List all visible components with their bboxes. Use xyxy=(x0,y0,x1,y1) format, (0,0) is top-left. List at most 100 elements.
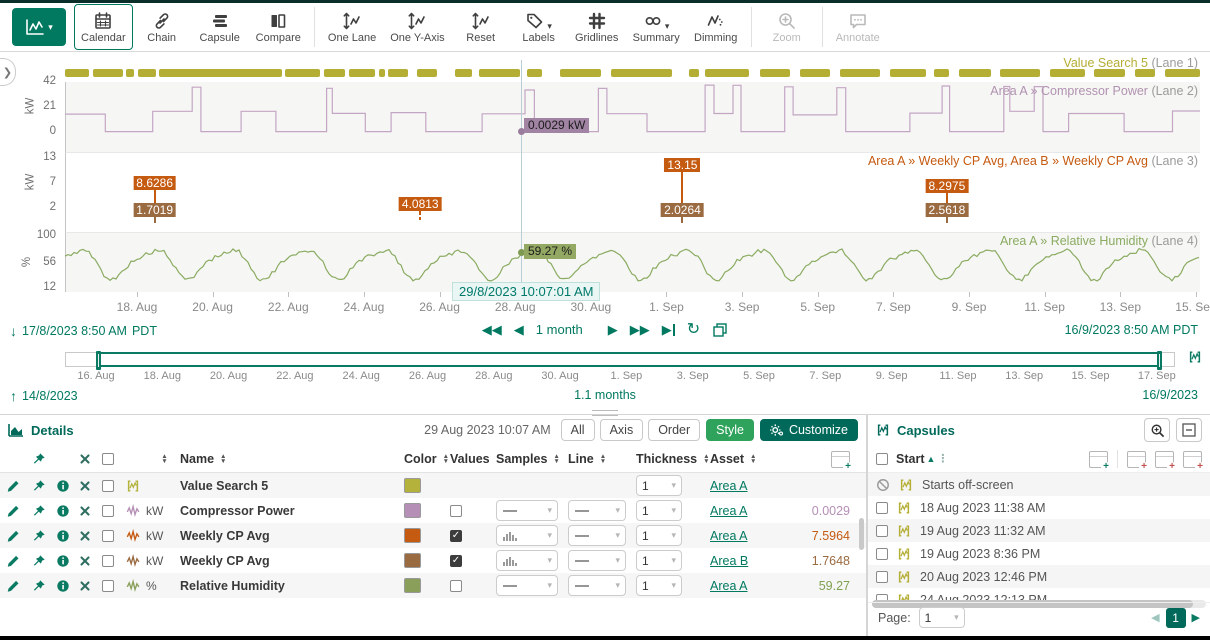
info-icon[interactable] xyxy=(52,479,74,493)
edit-icon[interactable] xyxy=(0,529,26,543)
item-name[interactable]: Weekly CP Avg xyxy=(180,554,404,568)
capsule-row[interactable]: 20 Aug 2023 12:46 PM xyxy=(868,565,1210,588)
axis-button[interactable]: Axis xyxy=(600,419,644,441)
capsule-segment[interactable] xyxy=(1050,69,1085,77)
checkbox[interactable] xyxy=(450,580,462,592)
capsule-segment[interactable] xyxy=(379,69,385,77)
capsule-row[interactable]: 18 Aug 2023 11:38 AM xyxy=(868,496,1210,519)
capsule-segment[interactable] xyxy=(560,69,601,77)
dropdown[interactable]: ▾ xyxy=(568,575,626,596)
next-page-icon[interactable]: ▶ xyxy=(1192,611,1200,624)
remove-icon[interactable] xyxy=(74,529,96,543)
prev-page-icon[interactable]: ◀ xyxy=(1151,611,1159,624)
details-row[interactable]: kWWeekly CP Avg✓▾▾1▾Area B1.7648 xyxy=(0,548,866,573)
dropdown[interactable]: ▾ xyxy=(568,525,626,546)
range-slider-track[interactable] xyxy=(65,352,1175,367)
pin-all-icon[interactable] xyxy=(26,452,52,466)
edit-icon[interactable] xyxy=(0,479,26,493)
order-button[interactable]: Order xyxy=(648,419,700,441)
customize-button[interactable]: Customize xyxy=(760,419,858,441)
capsule-segment[interactable] xyxy=(689,69,699,77)
checkbox[interactable] xyxy=(102,453,114,465)
color-header[interactable]: Color▲▼ xyxy=(404,452,450,466)
refresh-icon[interactable]: ↻ xyxy=(687,321,700,339)
info-icon[interactable] xyxy=(52,529,74,543)
add-stat-column-icon[interactable] xyxy=(1127,451,1146,468)
asset-link[interactable]: Area A xyxy=(710,504,748,518)
info-icon[interactable] xyxy=(52,504,74,518)
toolbar-button-calendar[interactable]: Calendar xyxy=(74,4,133,50)
pin-icon[interactable] xyxy=(26,529,52,543)
toolbar-button-labels[interactable]: ▾Labels xyxy=(510,4,568,50)
toolbar-button-summary[interactable]: ▾Summary xyxy=(626,4,687,50)
checkbox[interactable]: ✓ xyxy=(450,530,462,542)
remove-icon[interactable] xyxy=(74,479,96,493)
capsule-segment[interactable] xyxy=(1000,69,1040,77)
remove-all-icon[interactable] xyxy=(74,452,96,466)
current-page-badge[interactable]: 1 xyxy=(1166,608,1186,628)
color-swatch[interactable] xyxy=(404,553,421,568)
pan-left-button[interactable]: ◀ xyxy=(514,321,524,339)
range-slider-selection[interactable] xyxy=(97,352,1161,367)
sort-type-header[interactable]: ▲▼ xyxy=(146,454,180,464)
capsule-segment[interactable] xyxy=(760,69,791,77)
dropdown[interactable]: 1▾ xyxy=(636,575,682,596)
capsule-segment[interactable] xyxy=(479,69,520,77)
color-swatch[interactable] xyxy=(404,528,421,543)
add-column-icon[interactable] xyxy=(1089,451,1108,468)
samples-header[interactable]: Samples▲▼ xyxy=(496,452,568,466)
item-name[interactable]: Value Search 5 xyxy=(180,479,404,493)
capsule-checkbox[interactable] xyxy=(876,548,888,560)
capsule-segment[interactable] xyxy=(138,69,156,77)
capsule-row[interactable]: 24 Aug 2023 12:13 PM xyxy=(868,588,1210,600)
style-button[interactable]: Style xyxy=(706,419,754,441)
capsule-segment[interactable] xyxy=(527,69,542,77)
view-selector-button[interactable]: ▾ xyxy=(12,8,66,46)
toolbar-button-gridlines[interactable]: Gridlines xyxy=(568,4,626,50)
capsule-segment[interactable] xyxy=(800,69,830,77)
dropdown[interactable]: 1▾ xyxy=(636,475,682,496)
copy-range-icon[interactable] xyxy=(712,322,728,338)
color-swatch[interactable] xyxy=(404,478,421,493)
step-to-end-button[interactable]: ▶ xyxy=(662,321,675,339)
dropdown[interactable]: ▾ xyxy=(496,550,558,571)
range-slider-right-handle[interactable] xyxy=(1157,351,1162,370)
dropdown[interactable]: ▾ xyxy=(568,550,626,571)
capsules-select-all-checkbox[interactable] xyxy=(876,453,888,465)
capsules-sort-start[interactable]: Start▲ ⋮ xyxy=(896,452,948,466)
details-row[interactable]: Value Search 51▾Area A xyxy=(0,473,866,498)
asset-link[interactable]: Area A xyxy=(710,529,748,543)
all-button[interactable]: All xyxy=(561,419,595,441)
values-header[interactable]: Values xyxy=(450,452,496,466)
pan-far-left-button[interactable]: ◀◀ xyxy=(482,321,502,339)
checkbox[interactable] xyxy=(450,505,462,517)
toolbar-button-capsule[interactable]: Capsule xyxy=(191,4,249,50)
checkbox[interactable] xyxy=(102,580,114,592)
capsule-segment[interactable] xyxy=(417,69,437,77)
color-swatch[interactable] xyxy=(404,503,421,518)
add-stat-column-icon[interactable] xyxy=(1155,451,1174,468)
range-slider-left-handle[interactable] xyxy=(96,351,101,370)
capsule-segment[interactable] xyxy=(959,69,991,77)
capsule-segment[interactable] xyxy=(455,69,472,77)
info-icon[interactable] xyxy=(52,554,74,568)
asset-header[interactable]: Asset▲▼ xyxy=(710,452,780,466)
sidebar-expand-chevron-icon[interactable]: ❯ xyxy=(0,58,16,86)
pan-far-right-button[interactable]: ▶▶ xyxy=(630,321,650,339)
remove-icon[interactable] xyxy=(74,504,96,518)
toolbar-button-dimming[interactable]: Dimming xyxy=(687,4,745,50)
capsule-row[interactable]: Starts off-screen xyxy=(868,473,1210,496)
capsule-checkbox[interactable] xyxy=(876,525,888,537)
line-header[interactable]: Line▲▼ xyxy=(568,452,636,466)
lane-1-capsules[interactable] xyxy=(65,69,1200,77)
toolbar-button-one-lane[interactable]: One Lane xyxy=(321,4,383,50)
details-row[interactable]: %Relative Humidity▾▾1▾Area A59.27 xyxy=(0,573,866,598)
duration-button[interactable]: 1 month xyxy=(536,321,596,339)
capsule-segment[interactable] xyxy=(285,69,320,77)
capsule-row[interactable]: 19 Aug 2023 11:32 AM xyxy=(868,519,1210,542)
details-scrollbar[interactable] xyxy=(859,518,864,550)
capsule-segment[interactable] xyxy=(349,69,375,77)
item-name[interactable]: Compressor Power xyxy=(180,504,404,518)
asset-link[interactable]: Area B xyxy=(710,554,748,568)
add-stat-column-icon[interactable] xyxy=(1183,451,1202,468)
